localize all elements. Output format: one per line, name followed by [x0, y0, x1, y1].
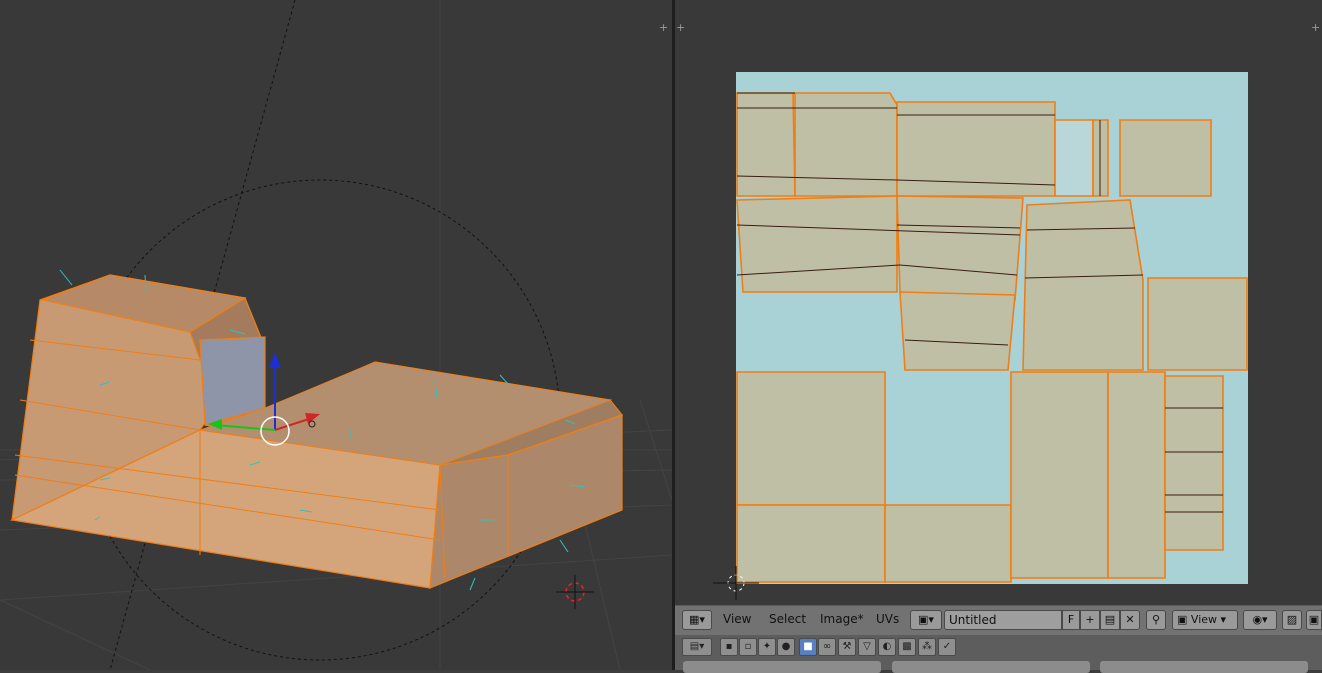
split-widget-icon[interactable]: + [676, 21, 685, 34]
tool-particles[interactable]: ⁂ [918, 638, 936, 656]
tool-render[interactable]: ▪ [720, 638, 738, 656]
check-icon: ✓ [942, 641, 952, 652]
uv-canvas[interactable]: + + [675, 0, 1322, 605]
pin-image-button[interactable]: ⚲ [1146, 610, 1166, 630]
viewport-canvas[interactable]: + [0, 0, 672, 670]
layers-icon: ▫ [744, 641, 752, 652]
tool-world[interactable]: ● [777, 638, 795, 656]
split-widget-icon[interactable]: + [659, 21, 668, 34]
checker-icon: ▩ [902, 641, 912, 652]
3d-viewport[interactable]: + [0, 0, 672, 670]
vertex-select-icon: ▣ [1308, 613, 1320, 626]
mesh-data-icon: ▽ [863, 641, 871, 652]
close-icon: ✕ [1125, 613, 1135, 626]
uv-image-editor[interactable]: + + [675, 0, 1322, 605]
tool-layers[interactable]: ▫ [739, 638, 757, 656]
sync-selection-button[interactable]: ▨ [1282, 610, 1302, 630]
select-mode-button[interactable]: ▣ [1306, 610, 1322, 630]
pivot-icon: ◉▾ [1252, 613, 1268, 626]
world-icon: ● [781, 641, 791, 652]
new-image-button[interactable]: + [1080, 610, 1100, 630]
link-icon: ∞ [822, 641, 832, 652]
image-browse-button[interactable]: ▣▾ [910, 610, 942, 630]
tool-constraints[interactable]: ∞ [818, 638, 836, 656]
unlink-image-button[interactable]: ✕ [1120, 610, 1140, 630]
pin-icon: ⚲ [1151, 613, 1161, 626]
tool-scene[interactable]: ✦ [758, 638, 776, 656]
camera-icon: ▪ [725, 641, 733, 652]
open-image-button[interactable]: ▤ [1100, 610, 1120, 630]
wrench-icon: ⚒ [842, 641, 852, 652]
view-mode-label: View [1190, 613, 1218, 626]
property-field-1[interactable] [683, 661, 881, 673]
scene-icon: ✦ [762, 641, 772, 652]
view-mode-dropdown[interactable]: ▣ View ▾ [1172, 610, 1238, 630]
particles-icon: ⁂ [922, 641, 932, 652]
tool-object[interactable]: ■ [799, 638, 817, 656]
menu-image[interactable]: Image* [820, 612, 864, 626]
tool-texture[interactable]: ▩ [898, 638, 916, 656]
menu-uvs[interactable]: UVs [876, 612, 899, 626]
tool-modifiers[interactable]: ⚒ [838, 638, 856, 656]
image-name-field[interactable]: Untitled [944, 610, 1062, 630]
editor-type-icon: ▦▾ [689, 613, 705, 626]
sync-icon: ▨ [1286, 613, 1298, 626]
material-icon: ◐ [882, 641, 892, 652]
editor-type-button[interactable]: ▦▾ [682, 610, 712, 630]
3d-cursor-icon[interactable] [556, 575, 594, 609]
split-widget-icon[interactable]: + [1311, 21, 1320, 34]
chevron-down-icon: ▾ [1220, 613, 1227, 626]
tool-data[interactable]: ▽ [858, 638, 876, 656]
mesh-object[interactable] [10, 274, 623, 589]
object-icon: ■ [803, 641, 813, 652]
fake-user-button[interactable]: F [1062, 610, 1080, 630]
menu-view[interactable]: View [723, 612, 751, 626]
tool-physics[interactable]: ✓ [938, 638, 956, 656]
editor-type-icon: ▤▾ [689, 641, 705, 652]
image-icon: ▣▾ [918, 613, 934, 626]
folder-icon: ▤ [1104, 613, 1116, 626]
tool-material[interactable]: ◐ [878, 638, 896, 656]
view-mode-icon: ▣ [1177, 613, 1188, 626]
property-field-2[interactable] [892, 661, 1090, 673]
editor-type-button-2[interactable]: ▤▾ [682, 638, 712, 656]
property-field-3[interactable] [1100, 661, 1308, 673]
pivot-dropdown[interactable]: ◉▾ [1243, 610, 1277, 630]
plus-icon: + [1085, 613, 1095, 626]
menu-select[interactable]: Select [769, 612, 806, 626]
